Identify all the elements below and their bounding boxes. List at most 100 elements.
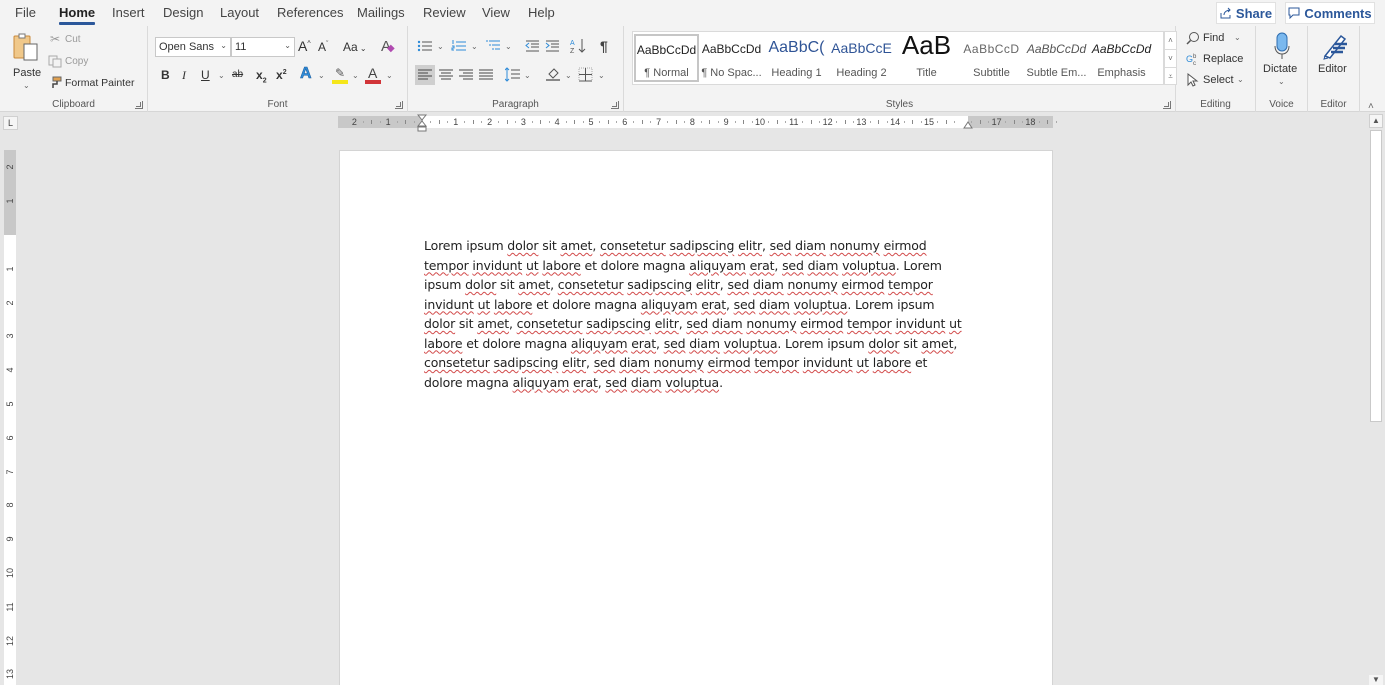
- style-name: Heading 2: [836, 67, 887, 79]
- highlight-color-button[interactable]: ✎: [332, 66, 348, 84]
- tab-layout[interactable]: Layout: [220, 5, 259, 20]
- font-color-dropdown-icon[interactable]: ⌄: [386, 71, 393, 80]
- tab-help[interactable]: Help: [528, 5, 555, 20]
- italic-button[interactable]: I: [182, 68, 186, 83]
- multilevel-list-icon[interactable]: [485, 40, 501, 52]
- clipboard-dialog-launcher[interactable]: [135, 101, 143, 109]
- format-painter-button[interactable]: Format Painter: [48, 75, 143, 91]
- select-button[interactable]: Select ⌄: [1186, 73, 1246, 89]
- style-heading-1[interactable]: AaBbC( Heading 1: [764, 34, 829, 82]
- underline-dropdown-icon[interactable]: ⌄: [218, 71, 225, 80]
- style-no-spacing[interactable]: AaBbCcDd ¶ No Spac...: [699, 34, 764, 82]
- borders-icon[interactable]: [578, 67, 593, 82]
- style-subtitle[interactable]: AaBbCcD Subtitle: [959, 34, 1024, 82]
- right-indent-marker[interactable]: [963, 121, 973, 129]
- line-spacing-dropdown-icon[interactable]: ⌄: [524, 71, 531, 80]
- strikethrough-button[interactable]: ab: [232, 69, 243, 80]
- text-effects-dropdown-icon[interactable]: ⌄: [318, 71, 325, 80]
- underline-button[interactable]: U: [201, 68, 210, 82]
- style-heading-2[interactable]: AaBbCcE Heading 2: [829, 34, 894, 82]
- superscript-button[interactable]: x2: [276, 68, 287, 82]
- style-subtle-emphasis[interactable]: AaBbCcDd Subtle Em...: [1024, 34, 1089, 82]
- numbering-icon[interactable]: [451, 40, 467, 52]
- borders-dropdown-icon[interactable]: ⌄: [598, 71, 605, 80]
- copy-button[interactable]: Copy: [48, 54, 108, 70]
- tab-file[interactable]: File: [15, 5, 36, 20]
- bullets-icon[interactable]: [417, 40, 433, 52]
- misspelled-word: diam: [807, 257, 839, 273]
- gallery-scroll-up-icon[interactable]: ˄: [1165, 32, 1176, 50]
- tab-insert[interactable]: Insert: [112, 5, 145, 20]
- shading-icon[interactable]: [546, 66, 561, 82]
- dictate-button[interactable]: Dictate ⌄: [1260, 30, 1304, 90]
- misspelled-word: ut: [477, 296, 491, 312]
- cut-button[interactable]: ✂ Cut: [48, 32, 108, 48]
- font-dialog-launcher[interactable]: [395, 101, 403, 109]
- share-button[interactable]: Share: [1216, 2, 1276, 24]
- justify-icon[interactable]: [479, 69, 493, 81]
- paste-button[interactable]: Paste ⌄: [8, 30, 44, 90]
- tab-mailings[interactable]: Mailings: [357, 5, 405, 20]
- misspelled-word: aliquyam: [689, 257, 746, 273]
- replace-button[interactable]: Gbc Replace: [1186, 52, 1246, 68]
- paragraph-dialog-launcher[interactable]: [611, 101, 619, 109]
- ruler-tick: [531, 121, 533, 123]
- styles-gallery: AaBbCcDd ¶ Normal AaBbCcDd ¶ No Spac... …: [632, 30, 1164, 85]
- tab-review[interactable]: Review: [423, 5, 466, 20]
- first-line-indent-marker[interactable]: [417, 114, 427, 132]
- scroll-up-icon[interactable]: ▲: [1369, 114, 1383, 128]
- align-right-icon[interactable]: [459, 69, 473, 81]
- misspelled-word: dolor: [465, 277, 497, 292]
- change-case-button[interactable]: Aa ⌄: [343, 40, 367, 54]
- align-center-icon[interactable]: [439, 69, 453, 81]
- font-size-dropdown[interactable]: 11 ⌄: [231, 37, 295, 57]
- font-name-dropdown[interactable]: Open Sans ⌄: [155, 37, 231, 57]
- highlight-color-swatch: [332, 80, 348, 84]
- line-spacing-icon[interactable]: [505, 67, 520, 82]
- styles-dialog-launcher[interactable]: [1163, 101, 1171, 109]
- misspelled-word: consetetur: [557, 277, 624, 292]
- bold-button[interactable]: B: [161, 68, 170, 82]
- tab-design[interactable]: Design: [163, 5, 203, 20]
- editor-button[interactable]: Editor: [1312, 30, 1356, 80]
- font-color-button[interactable]: A: [365, 65, 381, 84]
- vertical-scrollbar[interactable]: ▲ ▼: [1369, 114, 1383, 685]
- gallery-scroll-down-icon[interactable]: ˅: [1165, 50, 1176, 68]
- text-effects-button[interactable]: A: [300, 65, 312, 83]
- highlight-dropdown-icon[interactable]: ⌄: [352, 71, 359, 80]
- subscript-button[interactable]: x2: [256, 68, 267, 84]
- collapse-ribbon-icon[interactable]: ˄: [1368, 101, 1374, 112]
- tab-view[interactable]: View: [482, 5, 510, 20]
- style-emphasis[interactable]: AaBbCcDd Emphasis: [1089, 34, 1154, 82]
- increase-indent-icon[interactable]: [545, 40, 560, 52]
- tab-selector[interactable]: L: [3, 116, 18, 130]
- document-body[interactable]: Lorem ipsum dolor sit amet, consetetur s…: [424, 236, 969, 392]
- clear-formatting-button[interactable]: A◆: [381, 38, 395, 55]
- style-title[interactable]: AaB Title: [894, 30, 959, 82]
- style-normal[interactable]: AaBbCcDd ¶ Normal: [634, 34, 699, 82]
- scroll-down-icon[interactable]: ▼: [1369, 675, 1383, 685]
- numbering-dropdown-icon[interactable]: ⌄: [471, 42, 478, 51]
- find-button[interactable]: Find ⌄: [1186, 31, 1246, 47]
- misspelled-word: diam: [689, 335, 720, 351]
- horizontal-ruler[interactable]: 2 1 1 2 3 4 5 6 7 8 9 10 11 12 13 14 15 17 18: [338, 116, 1057, 128]
- gallery-more-icon[interactable]: ⩡: [1165, 68, 1176, 86]
- bullets-dropdown-icon[interactable]: ⌄: [437, 42, 444, 51]
- tab-home[interactable]: Home: [59, 5, 96, 25]
- multilevel-dropdown-icon[interactable]: ⌄: [505, 42, 512, 51]
- decrease-indent-icon[interactable]: [525, 40, 540, 52]
- ruler-tick: [709, 120, 711, 124]
- tab-references[interactable]: References: [277, 5, 343, 20]
- shading-dropdown-icon[interactable]: ⌄: [565, 71, 572, 80]
- scrollbar-thumb[interactable]: [1370, 130, 1382, 422]
- replace-label: Replace: [1203, 53, 1244, 65]
- misspelled-word: consetetur: [599, 238, 666, 253]
- vertical-ruler[interactable]: 2 1 1 2 3 4 5 6 7 8 9 10 11 12 13: [4, 150, 16, 685]
- document-page[interactable]: Lorem ipsum dolor sit amet, consetetur s…: [339, 150, 1053, 685]
- shrink-font-button[interactable]: Aˇ: [318, 40, 328, 54]
- align-left-button[interactable]: [415, 65, 435, 85]
- grow-font-button[interactable]: A^: [298, 38, 311, 54]
- sort-icon[interactable]: AZ: [570, 38, 586, 54]
- show-formatting-button[interactable]: ¶: [600, 38, 608, 54]
- comments-button[interactable]: Comments: [1285, 2, 1375, 24]
